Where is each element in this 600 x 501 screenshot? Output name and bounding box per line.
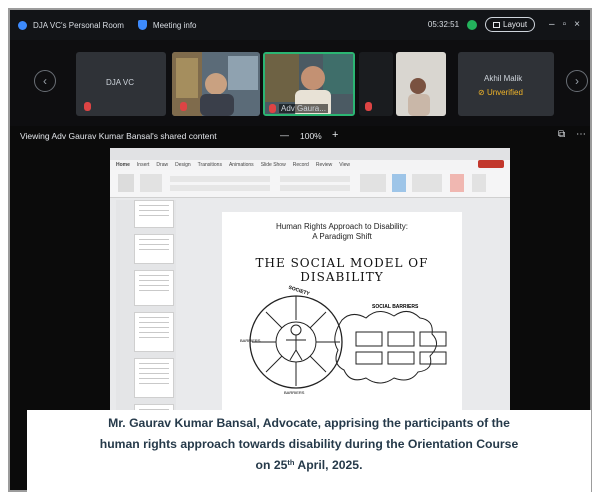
mic-muted-icon xyxy=(365,102,372,111)
maximize-icon[interactable]: ▫ xyxy=(563,19,567,30)
ppt-tab[interactable]: Review xyxy=(316,162,332,168)
meeting-info-link[interactable]: Meeting info xyxy=(153,21,197,30)
unverified-badge: ⊘ Unverified xyxy=(478,88,523,97)
ppt-tabs: Home Insert Draw Design Transitions Anim… xyxy=(110,160,510,170)
room-title: DJA VC's Personal Room xyxy=(33,20,124,30)
layout-icon xyxy=(493,21,501,28)
participant-tile-video-2[interactable] xyxy=(396,52,446,116)
minimize-icon[interactable]: – xyxy=(549,19,555,30)
slide-title: Human Rights Approach to Disability: A P… xyxy=(275,222,409,241)
slide-thumbnail[interactable] xyxy=(134,200,174,228)
ppt-tab[interactable]: Draw xyxy=(156,162,168,168)
next-page-icon[interactable]: › xyxy=(566,70,588,92)
ppt-ribbon xyxy=(110,170,510,198)
ppt-tab[interactable]: Home xyxy=(116,162,130,168)
webex-logo-icon xyxy=(18,20,27,30)
ppt-tab[interactable]: Slide Show xyxy=(261,162,286,168)
participant-video-feed-2 xyxy=(396,52,446,116)
slide-thumbnail[interactable] xyxy=(134,312,174,352)
ribbon-controls xyxy=(118,174,486,192)
ppt-tab[interactable]: Insert xyxy=(137,162,150,168)
participant-strip: ‹ DJA VC Adv Gaura... Akhil Malik ⊘ Unve… xyxy=(10,40,590,126)
slide-thumbnail[interactable] xyxy=(134,234,174,264)
ppt-tab[interactable]: Animations xyxy=(229,162,254,168)
ppt-tab[interactable]: Design xyxy=(175,162,191,168)
side-label-bottom: BARRIERS xyxy=(284,390,305,395)
ppt-tab[interactable]: View xyxy=(339,162,350,168)
close-icon[interactable]: × xyxy=(574,19,580,30)
participant-tile-video[interactable] xyxy=(172,52,260,116)
photo-caption: Mr. Gaurav Kumar Bansal, Advocate, appri… xyxy=(27,410,591,496)
popout-icon[interactable]: ⧉ xyxy=(558,129,565,140)
participant-tile-hidden[interactable] xyxy=(359,52,393,116)
recording-status-icon xyxy=(467,19,478,30)
title-bar: DJA VC's Personal Room Meeting info 05:3… xyxy=(10,10,590,40)
ppt-tab[interactable]: Record xyxy=(293,162,309,168)
slide-thumbnail[interactable] xyxy=(134,358,174,398)
prev-page-icon[interactable]: ‹ xyxy=(34,70,56,92)
meeting-timer: 05:32:51 xyxy=(427,20,460,29)
mic-muted-icon xyxy=(180,102,187,111)
ppt-tab[interactable]: Transitions xyxy=(198,162,222,168)
ppt-share-button[interactable] xyxy=(478,160,504,168)
zoom-in-button[interactable]: + xyxy=(332,129,338,141)
mic-muted-icon xyxy=(269,104,276,113)
participant-tile-akhil-malik[interactable]: Akhil Malik ⊘ Unverified xyxy=(458,52,554,116)
caption-line3: on 25th April, 2025. xyxy=(255,458,363,472)
share-toolbar: Viewing Adv Gaurav Kumar Bansal's shared… xyxy=(10,126,590,148)
zoom-level: 100% xyxy=(300,131,322,141)
layout-button[interactable]: Layout xyxy=(485,17,536,32)
viewing-label: Viewing Adv Gaurav Kumar Bansal's shared… xyxy=(20,131,217,141)
barriers-bubble-label: SOCIAL BARRIERS xyxy=(372,304,419,310)
participant-tile-active-speaker[interactable]: Adv Gaura... xyxy=(263,52,355,116)
zoom-out-button[interactable]: — xyxy=(280,130,289,140)
ppt-titlebar xyxy=(110,148,510,160)
side-label: BARRIERS xyxy=(240,338,261,343)
participant-tile-dja-vc[interactable]: DJA VC xyxy=(76,52,166,116)
more-icon[interactable]: ⋯ xyxy=(576,129,586,140)
shield-icon[interactable] xyxy=(137,20,147,30)
mic-muted-icon xyxy=(84,102,91,111)
slide-thumbnail[interactable] xyxy=(134,270,174,306)
